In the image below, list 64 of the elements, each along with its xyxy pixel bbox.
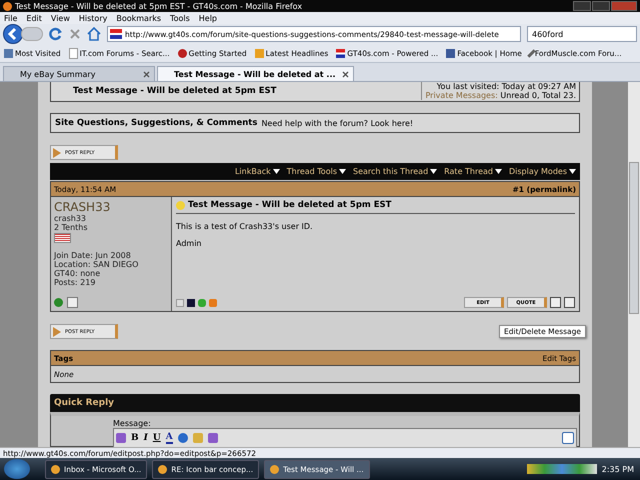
format-button[interactable]: U	[152, 433, 161, 443]
multi-quote-icon[interactable]	[550, 297, 561, 308]
user-detail: Join Date: Jun 2008	[54, 251, 132, 260]
quick-reply-title: Quick Reply	[54, 398, 114, 408]
thread-tool-menu[interactable]: Search this Thread	[353, 167, 438, 176]
format-button[interactable]: A	[166, 432, 173, 444]
menu-item[interactable]: Edit	[26, 14, 42, 22]
last-visited-text: You last visited: Today at 09:27 AM	[436, 82, 576, 91]
menu-item[interactable]: View	[50, 14, 70, 22]
back-button[interactable]	[3, 24, 23, 44]
user-detail: GT40: none	[54, 269, 102, 278]
post-text: Admin	[176, 239, 202, 248]
close-tab-icon[interactable]	[143, 70, 150, 78]
user-detail: Posts: 219	[54, 278, 96, 287]
smiley-icon	[176, 200, 185, 210]
flag-icon	[54, 233, 71, 243]
thread-tool-menu[interactable]: Thread Tools	[286, 167, 346, 176]
menu-item[interactable]: Bookmarks	[116, 14, 162, 22]
firefox-icon	[3, 2, 12, 10]
menu-item[interactable]: File	[4, 14, 18, 22]
format-button[interactable]: I	[144, 433, 148, 443]
browser-tab[interactable]: Test Message - Will be deleted at ...	[157, 66, 354, 81]
clock: 2:35 PM	[602, 464, 634, 474]
thread-tool-menu[interactable]: Rate Thread	[444, 167, 502, 176]
user-rank: 2 Tenths	[54, 223, 89, 232]
thread-tool-menu[interactable]: LinkBack	[234, 167, 280, 176]
close-tab-icon[interactable]	[342, 70, 349, 78]
thread-tool-menu[interactable]: Display Modes	[509, 167, 576, 176]
site-logo-icon	[110, 29, 122, 39]
user-title: crash33	[54, 214, 88, 223]
search-field[interactable]: 460ford	[527, 26, 637, 42]
scrollbar[interactable]	[628, 82, 640, 447]
menu-item[interactable]: History	[78, 14, 108, 22]
stop-icon[interactable]	[69, 28, 81, 40]
caret-icon	[495, 169, 502, 174]
window-title: Test Message - Will be deleted at 5pm EST - GT40s.com - Mozilla Firefox	[15, 2, 304, 10]
caret-icon	[430, 169, 438, 174]
start-button[interactable]	[4, 459, 30, 479]
report-icon[interactable]	[67, 297, 78, 308]
caret-icon	[569, 169, 576, 174]
caret-icon	[339, 169, 346, 174]
caret-icon	[272, 169, 280, 174]
user-detail: Location: SAN DIEGO	[54, 260, 140, 269]
home-icon[interactable]	[87, 27, 101, 41]
reload-icon[interactable]	[49, 27, 63, 41]
post-title: Test Message - Will be deleted at 5pm EST	[188, 200, 392, 210]
menu-item[interactable]: Tools	[170, 14, 190, 22]
forum-description: Need help with the forum? Look here!	[261, 118, 414, 128]
format-icon[interactable]	[116, 433, 126, 443]
post-text: This is a test of Crash33's user ID.	[176, 222, 314, 231]
quick-reply-icon[interactable]	[564, 297, 575, 308]
maximize-button[interactable]	[592, 1, 610, 11]
forum-name[interactable]: Site Questions, Suggestions, & Comments	[55, 118, 258, 128]
browser-tab[interactable]: My eBay Summary	[3, 66, 155, 81]
minimize-button[interactable]	[573, 1, 591, 11]
quote-icon[interactable]	[208, 433, 218, 443]
format-button[interactable]: B	[131, 433, 139, 443]
link-icon[interactable]	[178, 433, 188, 443]
message-label: Message:	[113, 419, 152, 428]
menu-item[interactable]: Help	[198, 14, 218, 22]
private-messages-text: Private Messages: Unread 0, Total 23.	[425, 91, 576, 100]
username-link[interactable]: CRASH33	[54, 200, 168, 214]
mode-switch-icon[interactable]	[562, 432, 574, 444]
thread-title: Test Message - Will be deleted at 5pm EST	[72, 86, 276, 96]
